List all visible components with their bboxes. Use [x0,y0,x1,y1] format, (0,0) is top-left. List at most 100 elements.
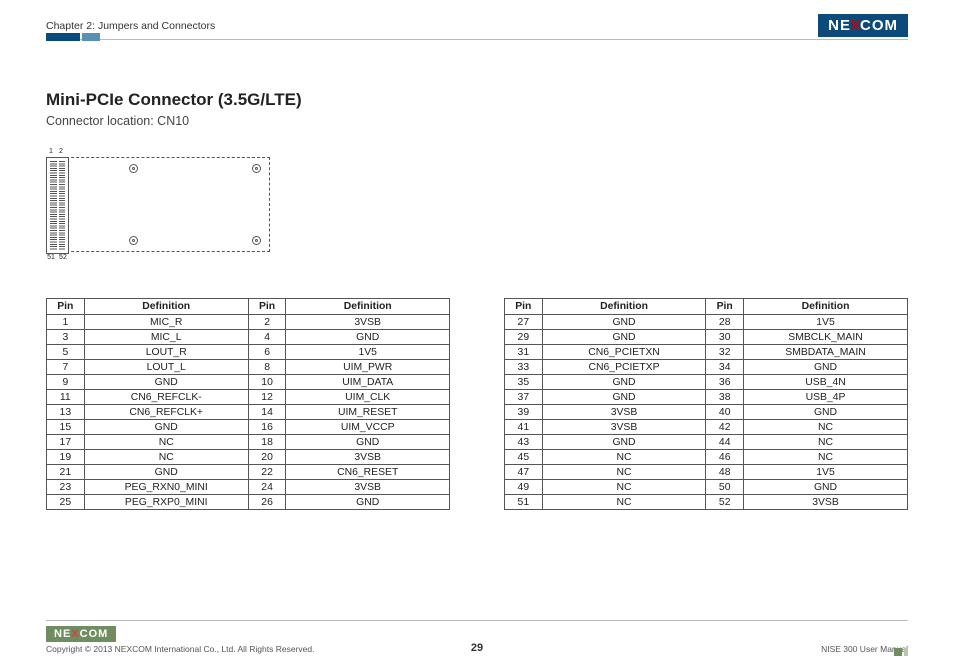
definition-cell: GND [84,375,248,390]
definition-cell: GND [744,360,908,375]
pin-table-left: Pin Definition Pin Definition 1MIC_R23VS… [46,298,450,510]
pin-cell: 10 [248,375,286,390]
mount-hole-icon [252,236,261,245]
definition-cell: CN6_REFCLK- [84,390,248,405]
definition-cell: UIM_DATA [286,375,450,390]
col-pin: Pin [47,299,85,315]
table-row: 7LOUT_L8UIM_PWR [47,360,450,375]
table-row: 23PEG_RXN0_MINI243VSB [47,480,450,495]
definition-cell: SMBCLK_MAIN [744,330,908,345]
pin-label-1: 1 [47,148,55,155]
table-row: 17NC18GND [47,435,450,450]
definition-cell: GND [84,420,248,435]
definition-cell: GND [542,390,706,405]
pin-cell: 1 [47,315,85,330]
table-row: 47NC481V5 [505,465,908,480]
col-definition: Definition [744,299,908,315]
pin-tables: Pin Definition Pin Definition 1MIC_R23VS… [46,298,908,510]
pin-cell: 24 [248,480,286,495]
definition-cell: UIM_CLK [286,390,450,405]
col-pin: Pin [706,299,744,315]
pin-cell: 43 [505,435,543,450]
pin-cell: 52 [706,495,744,510]
definition-cell: USB_4P [744,390,908,405]
table-row: 9GND10UIM_DATA [47,375,450,390]
definition-cell: 3VSB [286,480,450,495]
pin-label-52: 52 [58,254,68,261]
definition-cell: NC [542,465,706,480]
col-pin: Pin [248,299,286,315]
logo-text-pre: NE [54,628,71,640]
pin-cell: 14 [248,405,286,420]
definition-cell: UIM_VCCP [286,420,450,435]
table-row: 15GND16UIM_VCCP [47,420,450,435]
table-row: 31CN6_PCIETXN32SMBDATA_MAIN [505,345,908,360]
table-row: 3MIC_L4GND [47,330,450,345]
pin-cell: 32 [706,345,744,360]
definition-cell: CN6_REFCLK+ [84,405,248,420]
pin-label-51: 51 [46,254,56,261]
definition-cell: GND [286,435,450,450]
pin-cell: 44 [706,435,744,450]
chip-outline [46,157,270,252]
definition-cell: GND [84,465,248,480]
pin-cell: 27 [505,315,543,330]
definition-cell: GND [286,495,450,510]
definition-cell: GND [542,315,706,330]
definition-cell: CN6_RESET [286,465,450,480]
definition-cell: GND [542,375,706,390]
header-accent-bars [46,33,100,41]
diagram-bottom-labels: 51 52 [46,254,270,261]
col-pin: Pin [505,299,543,315]
definition-cell: GND [542,435,706,450]
definition-cell: NC [542,480,706,495]
table-row: 19NC203VSB [47,450,450,465]
definition-cell: PEG_RXN0_MINI [84,480,248,495]
table-row: 1MIC_R23VSB [47,315,450,330]
table-row: 393VSB40GND [505,405,908,420]
table-row: 49NC50GND [505,480,908,495]
pin-label-2: 2 [57,148,65,155]
pin-cell: 36 [706,375,744,390]
definition-cell: NC [744,450,908,465]
section-heading: Mini-PCIe Connector (3.5G/LTE) Connector… [46,90,908,128]
table-row: 51NC523VSB [505,495,908,510]
table-row: 37GND38USB_4P [505,390,908,405]
pin-cell: 45 [505,450,543,465]
definition-cell: NC [542,450,706,465]
pin-cell: 30 [706,330,744,345]
definition-cell: UIM_RESET [286,405,450,420]
table-row: 25PEG_RXP0_MINI26GND [47,495,450,510]
pin-cell: 28 [706,315,744,330]
definition-cell: NC [84,435,248,450]
pin-cell: 25 [47,495,85,510]
pin-cell: 15 [47,420,85,435]
nexcom-logo: NEXCOM [818,14,908,37]
pin-cell: 46 [706,450,744,465]
definition-cell: LOUT_R [84,345,248,360]
definition-cell: 3VSB [286,450,450,465]
page-number: 29 [0,642,954,654]
definition-cell: NC [744,420,908,435]
definition-cell: NC [744,435,908,450]
pin-cell: 42 [706,420,744,435]
pin-cell: 51 [505,495,543,510]
pin-cell: 48 [706,465,744,480]
pin-cell: 19 [47,450,85,465]
logo-text-pre: NE [828,17,851,34]
col-definition: Definition [286,299,450,315]
pin-cell: 31 [505,345,543,360]
table-row: 45NC46NC [505,450,908,465]
definition-cell: USB_4N [744,375,908,390]
section-subtitle: Connector location: CN10 [46,114,908,128]
table-row: 27GND281V5 [505,315,908,330]
table-row: 413VSB42NC [505,420,908,435]
definition-cell: MIC_R [84,315,248,330]
mount-hole-icon [129,236,138,245]
definition-cell: CN6_PCIETXP [542,360,706,375]
pin-cell: 49 [505,480,543,495]
pin-cell: 47 [505,465,543,480]
definition-cell: NC [84,450,248,465]
table-row: 13CN6_REFCLK+14UIM_RESET [47,405,450,420]
section-title: Mini-PCIe Connector (3.5G/LTE) [46,90,908,110]
